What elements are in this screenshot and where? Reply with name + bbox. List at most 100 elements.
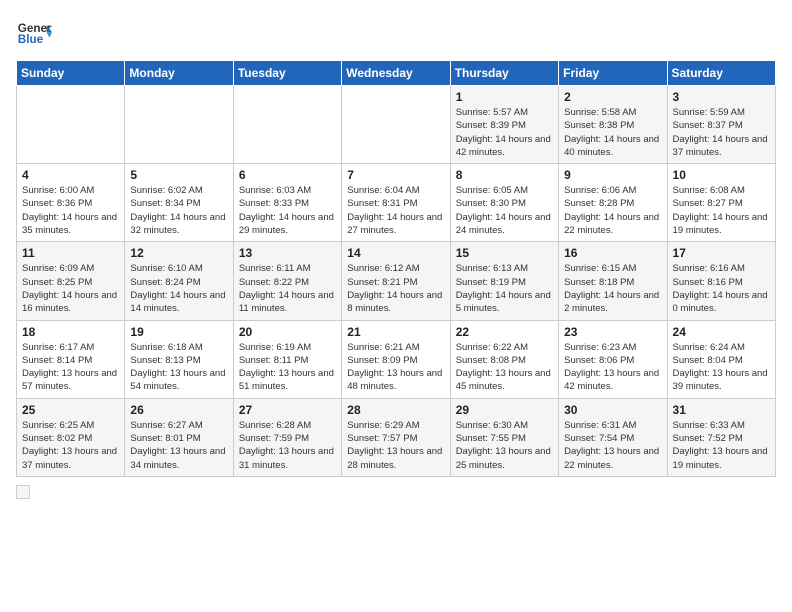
calendar-cell: 9 Sunrise: 6:06 AM Sunset: 8:28 PM Daylig… [559,164,667,242]
day-number: 10 [673,168,770,182]
day-number: 20 [239,325,336,339]
day-number: 18 [22,325,119,339]
day-info: Sunrise: 6:06 AM Sunset: 8:28 PM Dayligh… [564,184,661,237]
day-number: 30 [564,403,661,417]
calendar-cell: 11Sunrise: 6:09 AM Sunset: 8:25 PM Dayli… [17,242,125,320]
svg-text:Blue: Blue [18,33,44,46]
calendar-cell: 25Sunrise: 6:25 AM Sunset: 8:02 PM Dayli… [17,398,125,476]
day-info: Sunrise: 5:58 AM Sunset: 8:38 PM Dayligh… [564,106,661,159]
calendar-cell [342,86,450,164]
day-info: Sunrise: 6:21 AM Sunset: 8:09 PM Dayligh… [347,341,444,394]
day-number: 16 [564,246,661,260]
calendar-cell: 12 Sunrise: 6:10 AM Sunset: 8:24 PM Dayli… [125,242,233,320]
day-info: Sunrise: 6:33 AM Sunset: 7:52 PM Dayligh… [673,419,770,472]
weekday-header-friday: Friday [559,61,667,86]
calendar-cell: 13Sunrise: 6:11 AM Sunset: 8:22 PM Dayli… [233,242,341,320]
calendar-cell: 15Sunrise: 6:13 AM Sunset: 8:19 PM Dayli… [450,242,558,320]
calendar-cell: 18 Sunrise: 6:17 AM Sunset: 8:14 PM Dayli… [17,320,125,398]
calendar-cell: 10 Sunrise: 6:08 AM Sunset: 8:27 PM Dayli… [667,164,775,242]
day-info: Sunrise: 6:09 AM Sunset: 8:25 PM Dayligh… [22,262,119,315]
day-info: Sunrise: 6:02 AM Sunset: 8:34 PM Dayligh… [130,184,227,237]
calendar-cell: 26 Sunrise: 6:27 AM Sunset: 8:01 PM Dayli… [125,398,233,476]
weekday-header-wednesday: Wednesday [342,61,450,86]
day-number: 23 [564,325,661,339]
day-info: Sunrise: 6:17 AM Sunset: 8:14 PM Dayligh… [22,341,119,394]
day-info: Sunrise: 6:24 AM Sunset: 8:04 PM Dayligh… [673,341,770,394]
calendar-week-4: 18 Sunrise: 6:17 AM Sunset: 8:14 PM Dayli… [17,320,776,398]
calendar-week-5: 25Sunrise: 6:25 AM Sunset: 8:02 PM Dayli… [17,398,776,476]
calendar-cell: 22 Sunrise: 6:22 AM Sunset: 8:08 PM Dayli… [450,320,558,398]
calendar-cell: 17 Sunrise: 6:16 AM Sunset: 8:16 PM Dayli… [667,242,775,320]
day-info: Sunrise: 6:08 AM Sunset: 8:27 PM Dayligh… [673,184,770,237]
day-number: 31 [673,403,770,417]
logo-icon: General Blue [16,16,52,52]
calendar-cell [233,86,341,164]
day-number: 26 [130,403,227,417]
calendar-cell: 21 Sunrise: 6:21 AM Sunset: 8:09 PM Dayli… [342,320,450,398]
weekday-header-thursday: Thursday [450,61,558,86]
day-info: Sunrise: 6:16 AM Sunset: 8:16 PM Dayligh… [673,262,770,315]
calendar-cell: 16 Sunrise: 6:15 AM Sunset: 8:18 PM Dayli… [559,242,667,320]
day-number: 12 [130,246,227,260]
day-number: 29 [456,403,553,417]
day-info: Sunrise: 6:18 AM Sunset: 8:13 PM Dayligh… [130,341,227,394]
calendar-week-2: 4 Sunrise: 6:00 AM Sunset: 8:36 PM Daylig… [17,164,776,242]
calendar-cell: 2 Sunrise: 5:58 AM Sunset: 8:38 PM Daylig… [559,86,667,164]
day-info: Sunrise: 6:29 AM Sunset: 7:57 PM Dayligh… [347,419,444,472]
page-header: General Blue [16,16,776,52]
day-number: 27 [239,403,336,417]
day-number: 9 [564,168,661,182]
day-info: Sunrise: 6:00 AM Sunset: 8:36 PM Dayligh… [22,184,119,237]
day-number: 19 [130,325,227,339]
weekday-header-row: SundayMondayTuesdayWednesdayThursdayFrid… [17,61,776,86]
day-info: Sunrise: 6:23 AM Sunset: 8:06 PM Dayligh… [564,341,661,394]
calendar-cell [17,86,125,164]
day-info: Sunrise: 6:04 AM Sunset: 8:31 PM Dayligh… [347,184,444,237]
day-number: 21 [347,325,444,339]
day-info: Sunrise: 6:31 AM Sunset: 7:54 PM Dayligh… [564,419,661,472]
calendar-cell: 24 Sunrise: 6:24 AM Sunset: 8:04 PM Dayli… [667,320,775,398]
day-number: 5 [130,168,227,182]
calendar-cell: 14 Sunrise: 6:12 AM Sunset: 8:21 PM Dayli… [342,242,450,320]
weekday-header-monday: Monday [125,61,233,86]
day-number: 4 [22,168,119,182]
day-info: Sunrise: 6:12 AM Sunset: 8:21 PM Dayligh… [347,262,444,315]
day-info: Sunrise: 6:03 AM Sunset: 8:33 PM Dayligh… [239,184,336,237]
calendar-table: SundayMondayTuesdayWednesdayThursdayFrid… [16,60,776,477]
day-number: 2 [564,90,661,104]
calendar-cell: 4 Sunrise: 6:00 AM Sunset: 8:36 PM Daylig… [17,164,125,242]
day-number: 22 [456,325,553,339]
day-info: Sunrise: 6:28 AM Sunset: 7:59 PM Dayligh… [239,419,336,472]
calendar-cell: 28 Sunrise: 6:29 AM Sunset: 7:57 PM Dayli… [342,398,450,476]
day-number: 24 [673,325,770,339]
day-number: 3 [673,90,770,104]
day-info: Sunrise: 6:27 AM Sunset: 8:01 PM Dayligh… [130,419,227,472]
day-info: Sunrise: 5:57 AM Sunset: 8:39 PM Dayligh… [456,106,553,159]
calendar-cell: 20Sunrise: 6:19 AM Sunset: 8:11 PM Dayli… [233,320,341,398]
weekday-header-sunday: Sunday [17,61,125,86]
day-info: Sunrise: 5:59 AM Sunset: 8:37 PM Dayligh… [673,106,770,159]
day-number: 14 [347,246,444,260]
day-number: 17 [673,246,770,260]
weekday-header-tuesday: Tuesday [233,61,341,86]
day-info: Sunrise: 6:15 AM Sunset: 8:18 PM Dayligh… [564,262,661,315]
day-info: Sunrise: 6:22 AM Sunset: 8:08 PM Dayligh… [456,341,553,394]
logo: General Blue [16,16,52,52]
footer [16,485,776,499]
weekday-header-saturday: Saturday [667,61,775,86]
calendar-cell: 29Sunrise: 6:30 AM Sunset: 7:55 PM Dayli… [450,398,558,476]
day-number: 25 [22,403,119,417]
calendar-cell: 27 Sunrise: 6:28 AM Sunset: 7:59 PM Dayli… [233,398,341,476]
calendar-cell: 5 Sunrise: 6:02 AM Sunset: 8:34 PM Daylig… [125,164,233,242]
calendar-cell: 30 Sunrise: 6:31 AM Sunset: 7:54 PM Dayli… [559,398,667,476]
day-info: Sunrise: 6:13 AM Sunset: 8:19 PM Dayligh… [456,262,553,315]
day-number: 1 [456,90,553,104]
calendar-cell [125,86,233,164]
calendar-week-1: 1 Sunrise: 5:57 AM Sunset: 8:39 PM Daylig… [17,86,776,164]
calendar-week-3: 11Sunrise: 6:09 AM Sunset: 8:25 PM Dayli… [17,242,776,320]
day-info: Sunrise: 6:05 AM Sunset: 8:30 PM Dayligh… [456,184,553,237]
day-number: 28 [347,403,444,417]
calendar-cell: 7Sunrise: 6:04 AM Sunset: 8:31 PM Daylig… [342,164,450,242]
day-info: Sunrise: 6:10 AM Sunset: 8:24 PM Dayligh… [130,262,227,315]
daylight-box-icon [16,485,30,499]
